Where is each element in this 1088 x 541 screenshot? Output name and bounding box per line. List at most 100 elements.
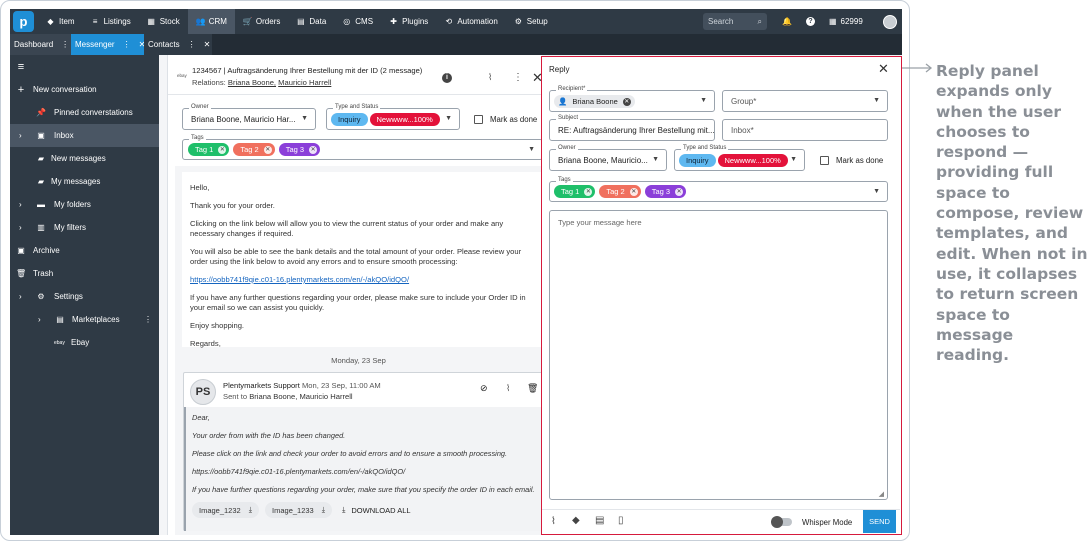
mark-done-checkbox[interactable] bbox=[820, 156, 829, 165]
close-icon[interactable]: ✕ bbox=[204, 40, 211, 49]
download-icon[interactable]: ⤓ bbox=[322, 505, 325, 515]
type-status-select[interactable]: Type and Status Inquiry Newwww...100% ▼ bbox=[674, 145, 805, 171]
download-all-button[interactable]: ⤓ DOWNLOAD ALL bbox=[342, 505, 411, 515]
tag-chip[interactable]: Tag 1 ✕ bbox=[554, 185, 596, 198]
tag-chip[interactable]: Tag 1 ✕ bbox=[188, 143, 230, 156]
tag-chip[interactable]: Tag 3 ✕ bbox=[278, 143, 321, 156]
remove-tag-icon[interactable]: ✕ bbox=[218, 145, 227, 154]
chevron-right-icon[interactable]: › bbox=[19, 200, 22, 209]
filter-icon: ▥ bbox=[37, 223, 45, 232]
sidebar-item-trash[interactable]: 🗑 Trash bbox=[10, 262, 159, 285]
nav-cms[interactable]: ◎ CMS bbox=[334, 9, 381, 34]
relation-link[interactable]: Briana Boone, bbox=[228, 78, 276, 87]
tab-messenger[interactable]: Messenger ⋮ ✕ bbox=[71, 34, 145, 55]
download-icon[interactable]: ⤓ bbox=[249, 505, 252, 515]
avatar[interactable] bbox=[882, 14, 897, 29]
hide-eye-icon[interactable]: ⊘ bbox=[480, 383, 488, 394]
chevron-right-icon[interactable]: › bbox=[38, 315, 41, 324]
nav-label: Setup bbox=[526, 17, 548, 26]
search-icon[interactable]: ⌕ bbox=[758, 17, 762, 27]
mark-done-checkbox[interactable] bbox=[474, 115, 483, 124]
sidebar-item-inbox[interactable]: › ▣ Inbox bbox=[10, 124, 159, 147]
nav-setup[interactable]: ⚙ Setup bbox=[506, 9, 556, 34]
tags-select[interactable]: Tags Tag 1 ✕ Tag 2 ✕ Tag 3 ✕ ▼ bbox=[182, 135, 543, 160]
tags-select[interactable]: Tags Tag 1 ✕ Tag 2 ✕ Tag 3 ✕ ▼ bbox=[549, 177, 888, 202]
attachment-icon[interactable]: ⌇ bbox=[551, 516, 556, 527]
order-link[interactable]: https://oobb741f9qie.c01-16.plentymarket… bbox=[190, 275, 409, 284]
whisper-mode-toggle[interactable] bbox=[771, 516, 792, 528]
chevron-right-icon[interactable]: › bbox=[19, 292, 22, 301]
more-vert-icon[interactable]: ⋮ bbox=[144, 315, 152, 324]
send-button[interactable]: SEND bbox=[863, 510, 896, 533]
sidebar-item-my-folders[interactable]: › ▬ My folders bbox=[10, 193, 159, 216]
subject-input[interactable]: Subject RE: Auftragsänderung Ihrer Beste… bbox=[549, 115, 715, 141]
account-switch[interactable]: ▦ 62999 bbox=[829, 17, 863, 26]
sidebar-item-new-conversation[interactable]: + New conversation bbox=[10, 78, 159, 101]
more-vert-icon[interactable]: ⋮ bbox=[188, 40, 196, 49]
recipient-chip[interactable]: 👤 Briana Boone ✕ bbox=[554, 95, 635, 108]
more-vert-icon[interactable]: ⋮ bbox=[61, 40, 69, 49]
body-paragraph: Regards, bbox=[190, 339, 221, 348]
inbox-input[interactable]: Inbox* bbox=[722, 119, 888, 141]
sidebar-item-settings[interactable]: › ⚙ Settings bbox=[10, 285, 159, 308]
tag-label: Tag 1 bbox=[195, 145, 214, 154]
info-icon[interactable]: i bbox=[442, 73, 452, 83]
nav-stock[interactable]: ▦ Stock bbox=[139, 9, 188, 34]
nav-data[interactable]: ▤ Data bbox=[288, 9, 334, 34]
nav-plugins[interactable]: ✚ Plugins bbox=[381, 9, 436, 34]
tag-chip[interactable]: Tag 2 ✕ bbox=[233, 143, 275, 156]
trash-icon: 🗑 bbox=[16, 269, 27, 278]
template-icon[interactable]: ▤ bbox=[595, 515, 604, 526]
remove-tag-icon[interactable]: ✕ bbox=[629, 187, 638, 196]
type-status-select[interactable]: Type and Status Inquiry Newwww...100% ▼ bbox=[326, 104, 460, 130]
resize-handle-icon[interactable]: ◢ bbox=[879, 490, 884, 498]
sidebar-menu-toggle[interactable]: ≡ bbox=[10, 55, 159, 78]
help-icon[interactable]: ? bbox=[805, 17, 815, 26]
plentymarkets-logo[interactable]: p bbox=[13, 11, 34, 32]
tag-icon[interactable]: ◆ bbox=[572, 515, 580, 526]
nav-listings[interactable]: ≡ Listings bbox=[83, 9, 139, 34]
remove-tag-icon[interactable]: ✕ bbox=[309, 145, 318, 154]
relation-link[interactable]: Mauricio Harrell bbox=[278, 78, 331, 87]
search-input[interactable]: Search ⌕ bbox=[703, 13, 767, 30]
sidebar-item-pinned[interactable]: 📌 Pinned converstations bbox=[10, 101, 159, 124]
tab-dashboard[interactable]: Dashboard ⋮ bbox=[10, 34, 71, 55]
chevron-right-icon[interactable]: › bbox=[19, 223, 22, 232]
owner-select[interactable]: Owner Briana Boone, Mauricio... ▼ bbox=[549, 145, 667, 171]
tag-chip[interactable]: Tag 2 ✕ bbox=[599, 185, 641, 198]
sidebar-item-my-messages[interactable]: ▰ My messages bbox=[10, 170, 159, 193]
message-textarea[interactable]: Type your message here ◢ bbox=[549, 210, 888, 500]
tag-chip[interactable]: Tag 3 ✕ bbox=[644, 185, 687, 198]
nav-item[interactable]: ◆ Item bbox=[38, 9, 83, 34]
remove-tag-icon[interactable]: ✕ bbox=[584, 187, 593, 196]
attachment-icon[interactable]: ⌇ bbox=[506, 383, 510, 394]
more-vert-icon[interactable]: ⋮ bbox=[513, 72, 523, 83]
delete-icon[interactable]: 🗑 bbox=[527, 383, 538, 394]
sidebar-item-my-filters[interactable]: › ▥ My filters bbox=[10, 216, 159, 239]
nav-crm[interactable]: 👥 CRM bbox=[187, 9, 235, 34]
nav-automation[interactable]: ⟲ Automation bbox=[436, 9, 505, 34]
attachment-icon[interactable]: ⌇ bbox=[488, 72, 492, 83]
sidebar-item-marketplaces[interactable]: › ▤ Marketplaces ⋮ bbox=[10, 308, 159, 331]
sidebar-item-ebay[interactable]: ebay Ebay bbox=[10, 331, 159, 354]
tab-contacts[interactable]: Contacts ⋮ ✕ bbox=[144, 34, 212, 55]
document-icon[interactable]: ▯ bbox=[618, 515, 624, 526]
attachment-chip[interactable]: Image_1233 ⤓ bbox=[265, 502, 333, 518]
remove-tag-icon[interactable]: ✕ bbox=[263, 145, 272, 154]
recipient-select[interactable]: Recipient* 👤 Briana Boone ✕ ▼ bbox=[549, 86, 715, 112]
bell-icon[interactable]: 🔔 bbox=[782, 17, 792, 26]
sidebar-item-new-messages[interactable]: ▰ New messages bbox=[10, 147, 159, 170]
remove-recipient-icon[interactable]: ✕ bbox=[622, 97, 631, 106]
group-select[interactable]: Group* ▼ bbox=[722, 90, 888, 112]
mark-done[interactable]: Mark as done bbox=[820, 156, 883, 165]
remove-tag-icon[interactable]: ✕ bbox=[675, 187, 684, 196]
attachment-chip[interactable]: Image_1232 ⤓ bbox=[192, 502, 260, 518]
more-vert-icon[interactable]: ⋮ bbox=[123, 40, 131, 49]
owner-select[interactable]: Owner Briana Boone, Mauricio Har... ▼ bbox=[182, 104, 316, 130]
mark-done[interactable]: Mark as done bbox=[474, 115, 537, 124]
nav-orders[interactable]: 🛒 Orders bbox=[235, 9, 288, 34]
message-header: ebay 1234567 | Auftragsänderung Ihrer Be… bbox=[168, 55, 543, 95]
chevron-right-icon[interactable]: › bbox=[19, 131, 22, 140]
close-icon[interactable]: ✕ bbox=[878, 61, 889, 77]
sidebar-item-archive[interactable]: ▣ Archive bbox=[10, 239, 159, 262]
